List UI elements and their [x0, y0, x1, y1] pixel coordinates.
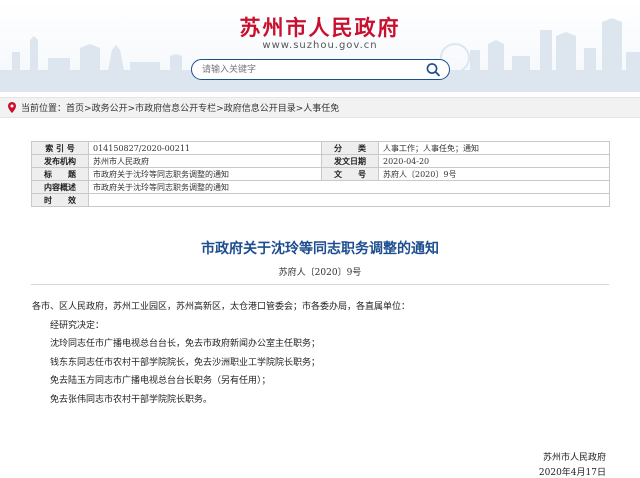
signature: 苏州市人民政府	[542, 453, 606, 463]
location-pin-icon	[8, 102, 16, 113]
summary-value: 市政府关于沈玲等同志职务调整的通知	[88, 180, 610, 194]
article-paragraph: 沈玲同志任市广播电视总台台长，免去市政府新闻办公室主任职务；	[50, 339, 321, 349]
table-row: 标 题 市政府关于沈玲等同志职务调整的通知 文 号 苏府人〔2020〕9号	[31, 167, 610, 181]
site-header: 苏州市人民政府 www.suzhou.gov.cn	[0, 0, 640, 92]
table-row: 发布机构 苏州市人民政府 发文日期 2020-04-20	[31, 154, 610, 168]
search-box	[191, 59, 450, 80]
site-domain: www.suzhou.gov.cn	[262, 40, 378, 51]
index-no-label: 索 引 号	[31, 141, 89, 155]
category-label: 分 类	[321, 141, 379, 155]
article-paragraph: 免去张伟同志市农村干部学院院长职务。	[50, 394, 213, 405]
article-paragraph: 经研究决定：	[50, 320, 105, 331]
article-paragraph: 钱东东同志任市农村干部学院院长，免去沙洲职业工学院院长职务；	[50, 357, 321, 368]
signature-date: 2020年4月17日	[538, 468, 606, 478]
breadcrumb-personnel[interactable]: 人事任免	[303, 104, 339, 114]
breadcrumb-gov-open-column[interactable]: 市政府信息公开专栏	[135, 104, 216, 114]
doc-no-label: 文 号	[321, 167, 379, 181]
search-icon[interactable]	[425, 62, 441, 77]
article-title: 市政府关于沈玲等同志职务调整的通知	[201, 241, 439, 257]
article-body: 各市、区人民政府，苏州工业园区，苏州高新区，太仓港口管委会；市各委办局，各直属单…	[32, 298, 612, 409]
summary-label: 内容概述	[31, 180, 89, 194]
issue-date-label: 发文日期	[321, 154, 379, 168]
breadcrumb-separator: >	[216, 104, 224, 114]
title-value: 市政府关于沈玲等同志职务调整的通知	[88, 167, 322, 181]
table-row: 内容概述 市政府关于沈玲等同志职务调整的通知	[31, 180, 610, 194]
breadcrumb-label: 当前位置：	[21, 104, 67, 114]
issuer-value: 苏州市人民政府	[88, 154, 322, 168]
title-label: 标 题	[31, 167, 89, 181]
article-paragraph: 各市、区人民政府，苏州工业园区，苏州高新区，太仓港口管委会；市各委办局，各直属单…	[32, 302, 411, 312]
breadcrumb-gov-open[interactable]: 政务公开	[92, 104, 128, 114]
divider	[31, 284, 609, 285]
validity-label: 时 效	[31, 193, 89, 207]
site-title: 苏州市人民政府	[239, 15, 401, 40]
doc-no-value: 苏府人〔2020〕9号	[378, 167, 610, 181]
breadcrumb: 当前位置：首页>政务公开>市政府信息公开专栏>政府信息公开目录>人事任免	[0, 97, 640, 118]
index-no-value: 014150827/2020-00211	[88, 141, 322, 155]
issuer-label: 发布机构	[31, 154, 89, 168]
breadcrumb-home[interactable]: 首页	[66, 104, 84, 114]
breadcrumb-separator: >	[127, 104, 136, 114]
table-row: 索 引 号 014150827/2020-00211 分 类 人事工作；人事任免…	[31, 141, 610, 155]
validity-value	[88, 193, 610, 207]
search-input[interactable]	[202, 60, 412, 79]
category-value: 人事工作；人事任免；通知	[378, 141, 610, 155]
breadcrumb-separator: >	[84, 104, 92, 114]
issue-date-value: 2020-04-20	[378, 154, 610, 168]
table-row: 时 效	[31, 193, 610, 207]
document-meta-table: 索 引 号 014150827/2020-00211 分 类 人事工作；人事任免…	[31, 141, 610, 207]
article-paragraph: 免去陆玉方同志市广播电视总台台长职务（另有任用）；	[50, 376, 271, 386]
breadcrumb-catalog[interactable]: 政府信息公开目录	[224, 104, 296, 114]
article-doc-number: 苏府人〔2020〕9号	[278, 268, 362, 278]
breadcrumb-trail: 当前位置：首页>政务公开>市政府信息公开专栏>政府信息公开目录>人事任免	[21, 101, 339, 114]
